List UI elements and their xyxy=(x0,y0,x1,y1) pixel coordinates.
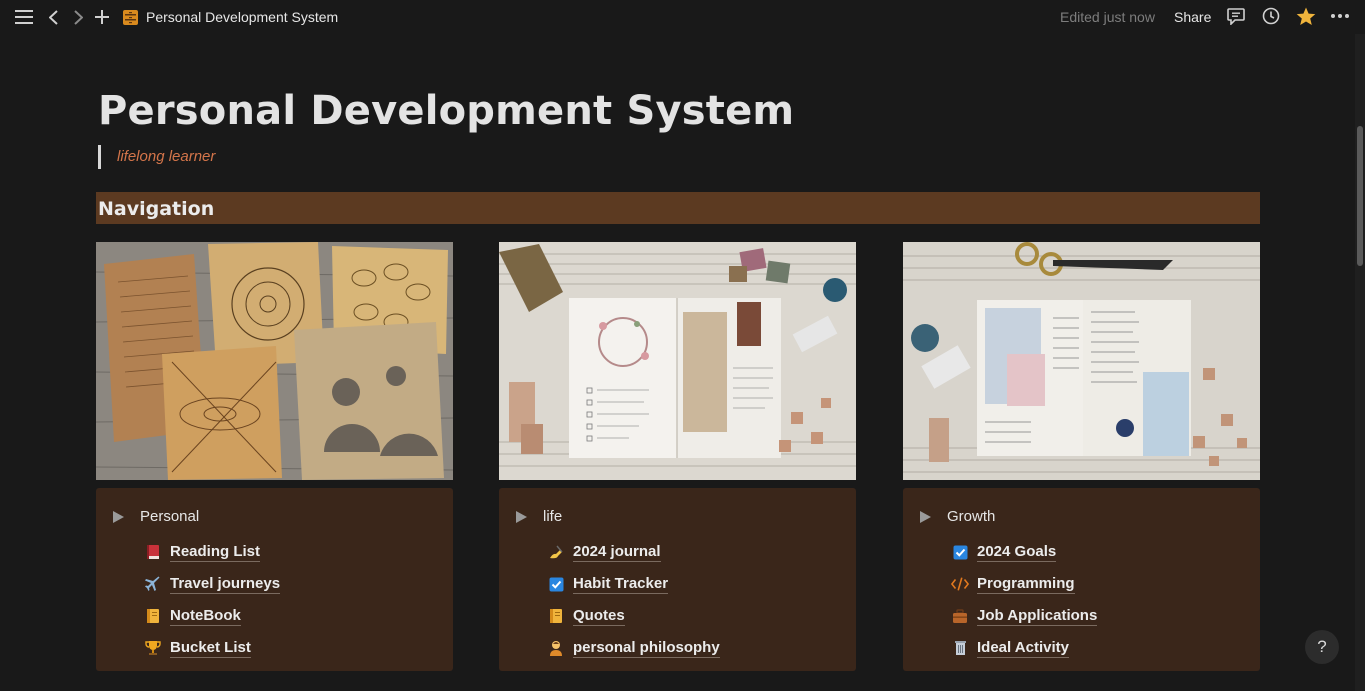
link-reading-list[interactable]: Reading List xyxy=(144,536,280,568)
cover-image-personal xyxy=(96,242,453,480)
top-bar: Personal Development System Edited just … xyxy=(0,0,1365,34)
code-icon xyxy=(951,575,969,593)
scrollbar-track[interactable] xyxy=(1355,34,1365,691)
card-growth: Growth 2024 Goals Programming Job Applic… xyxy=(903,488,1260,671)
navigation-heading-text: Navigation xyxy=(98,198,215,220)
link-quotes[interactable]: Quotes xyxy=(547,600,720,632)
link-habit-tracker[interactable]: Habit Tracker xyxy=(547,568,720,600)
edited-status: Edited just now xyxy=(1060,9,1155,25)
back-arrow-icon[interactable] xyxy=(45,7,61,27)
link-label: Quotes xyxy=(573,606,625,626)
page-title[interactable]: Personal Development System xyxy=(98,88,794,134)
new-page-plus-icon[interactable] xyxy=(93,7,111,27)
person-icon xyxy=(547,639,565,657)
favorite-star-icon[interactable] xyxy=(1296,6,1316,26)
toggle-triangle-icon[interactable] xyxy=(113,510,124,523)
share-button[interactable]: Share xyxy=(1174,9,1211,25)
link-notebook[interactable]: NoteBook xyxy=(144,600,280,632)
link-label: Bucket List xyxy=(170,638,251,658)
link-list-personal: Reading List Travel journeys NoteBook Bu… xyxy=(144,536,281,664)
navigation-heading[interactable]: Navigation xyxy=(96,192,1260,224)
card-personal: Personal Reading List Travel journeys No… xyxy=(96,488,453,671)
page-cabinet-icon xyxy=(122,8,138,26)
link-label: Job Applications xyxy=(977,606,1098,626)
more-options-icon[interactable] xyxy=(1329,6,1351,26)
briefcase-icon xyxy=(951,607,969,625)
toggle-triangle-icon[interactable] xyxy=(920,510,931,523)
toggle-label: Personal xyxy=(140,508,200,525)
link-list-growth: 2024 Goals Programming Job Applications … xyxy=(951,536,1098,664)
comment-icon[interactable] xyxy=(1226,6,1246,26)
link-job-applications[interactable]: Job Applications xyxy=(951,600,1098,632)
forward-arrow-icon[interactable] xyxy=(70,7,86,27)
link-travel-journeys[interactable]: Travel journeys xyxy=(144,568,281,600)
trophy-icon xyxy=(144,639,162,657)
toggle-label: Growth xyxy=(947,508,996,525)
link-label: 2024 Goals xyxy=(977,542,1057,562)
link-2024-journal[interactable]: 2024 journal xyxy=(547,536,720,568)
writing-hand-icon xyxy=(547,543,565,561)
link-bucket-list[interactable]: Bucket List xyxy=(144,632,280,664)
breadcrumb-page-title[interactable]: Personal Development System xyxy=(146,9,338,25)
quote-block[interactable]: lifelong learner xyxy=(98,145,215,169)
link-label: Reading List xyxy=(170,542,261,562)
notebook-icon xyxy=(547,607,565,625)
checkbox-icon xyxy=(951,543,969,561)
link-2024-goals[interactable]: 2024 Goals xyxy=(951,536,1097,568)
toggle-growth[interactable]: Growth xyxy=(920,508,995,525)
link-label: NoteBook xyxy=(170,606,241,626)
checkbox-icon xyxy=(547,575,565,593)
menu-icon[interactable] xyxy=(14,7,34,27)
link-personal-philosophy[interactable]: personal philosophy xyxy=(547,632,720,664)
notebook-icon xyxy=(144,607,162,625)
help-button[interactable]: ? xyxy=(1305,630,1339,664)
red-book-icon xyxy=(144,543,162,561)
link-label: Habit Tracker xyxy=(573,574,669,594)
cover-image-life xyxy=(499,242,856,480)
airplane-icon xyxy=(144,575,162,593)
link-programming[interactable]: Programming xyxy=(951,568,1097,600)
quote-text: lifelong learner xyxy=(117,148,216,165)
link-label: personal philosophy xyxy=(573,638,720,658)
toggle-life[interactable]: life xyxy=(516,508,562,525)
toggle-label: life xyxy=(543,508,563,525)
link-label: Travel journeys xyxy=(170,574,281,594)
cover-image-growth xyxy=(903,242,1260,480)
toggle-personal[interactable]: Personal xyxy=(113,508,199,525)
link-label: 2024 journal xyxy=(573,542,661,562)
scrollbar-thumb[interactable] xyxy=(1357,126,1363,266)
history-clock-icon[interactable] xyxy=(1261,6,1281,26)
link-label: Ideal Activity xyxy=(977,638,1069,658)
card-life: life 2024 journal Habit Tracker Quotes p… xyxy=(499,488,856,671)
trash-can-icon xyxy=(951,639,969,657)
link-ideal-activity[interactable]: Ideal Activity xyxy=(951,632,1097,664)
link-list-life: 2024 journal Habit Tracker Quotes person… xyxy=(547,536,720,664)
toggle-triangle-icon[interactable] xyxy=(516,510,527,523)
link-label: Programming xyxy=(977,574,1075,594)
